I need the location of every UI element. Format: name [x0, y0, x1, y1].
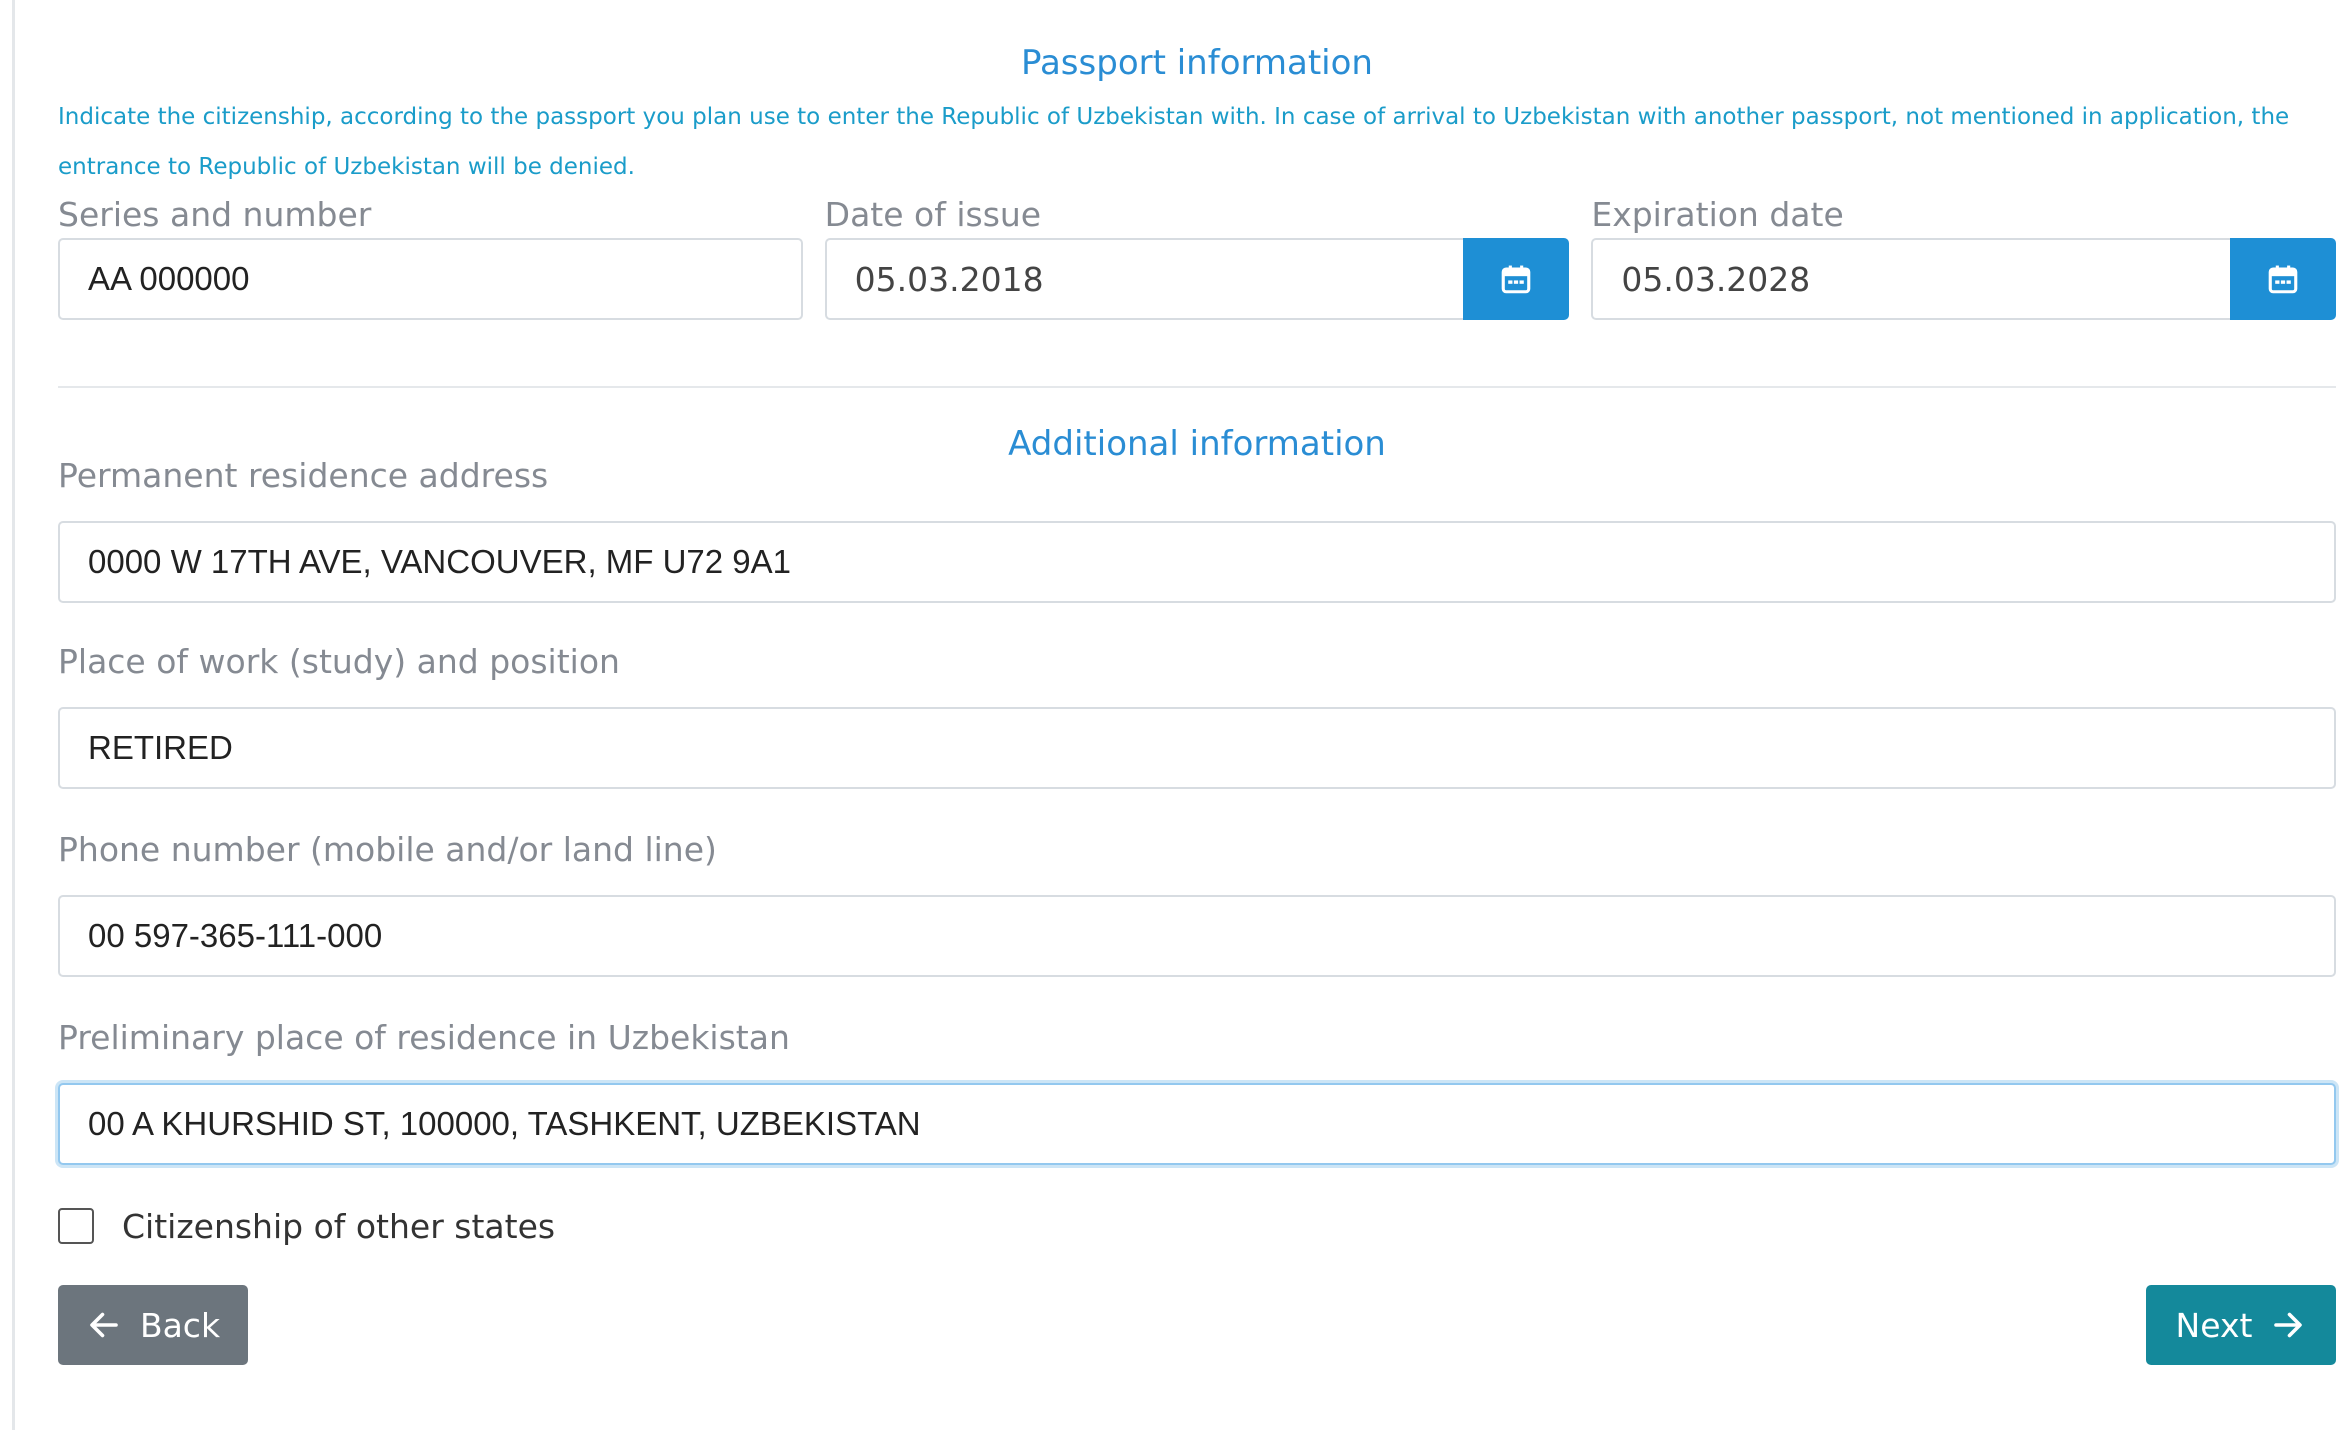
- expiration-date-input[interactable]: 05.03.2028: [1591, 238, 2231, 320]
- passport-notice: Indicate the citizenship, according to t…: [58, 104, 2290, 180]
- phone-field: Phone number (mobile and/or land line) 0…: [58, 827, 2336, 977]
- next-button-label: Next: [2175, 1305, 2253, 1345]
- work-field: Place of work (study) and position RETIR…: [58, 639, 2336, 789]
- date-of-issue-column: Date of issue 05.03.2018: [824, 192, 1570, 320]
- address-input[interactable]: 0000 W 17TH AVE, VANCOUVER, MF U72 9A1: [58, 521, 2336, 603]
- expiration-date-calendar-button[interactable]: [2230, 238, 2337, 320]
- series-number-label: Series and number: [58, 195, 372, 234]
- calendar-icon: [2268, 265, 2298, 294]
- work-input[interactable]: RETIRED: [58, 707, 2336, 789]
- date-of-issue-calendar-button[interactable]: [1463, 238, 1570, 320]
- expiration-date-label: Expiration date: [1591, 195, 1844, 234]
- form-content: Passport information Indicate the citize…: [58, 0, 2337, 1365]
- date-of-issue-input[interactable]: 05.03.2018: [824, 238, 1464, 320]
- passport-section-title: Passport information: [1021, 43, 1373, 83]
- series-number-input[interactable]: AA 000000: [58, 238, 803, 320]
- phone-label: Phone number (mobile and/or land line): [58, 830, 717, 869]
- expiration-date-group: 05.03.2028: [1591, 238, 2337, 320]
- citizenship-checkbox-label: Citizenship of other states: [122, 1206, 556, 1246]
- address-field: Permanent residence address 0000 W 17TH …: [58, 453, 2336, 603]
- date-of-issue-group: 05.03.2018: [824, 238, 1570, 320]
- back-button-label: Back: [139, 1305, 221, 1345]
- citizenship-checkbox-row: Citizenship of other states: [58, 1203, 2336, 1249]
- arrow-right-icon: [2274, 1312, 2303, 1338]
- application-form-page: Passport information Indicate the citize…: [0, 0, 2350, 1430]
- citizenship-checkbox[interactable]: [58, 1208, 94, 1244]
- nav-bar: Back Next: [58, 1285, 2336, 1365]
- next-button[interactable]: Next: [2146, 1285, 2336, 1365]
- residence-label: Preliminary place of residence in Uzbeki…: [58, 1018, 790, 1057]
- work-label: Place of work (study) and position: [58, 642, 620, 681]
- passport-fields-row: Series and number AA 000000 Date of issu…: [58, 192, 2337, 320]
- back-button[interactable]: Back: [58, 1285, 248, 1365]
- expiration-date-column: Expiration date 05.03.2028: [1591, 192, 2337, 320]
- left-border: [12, 0, 15, 1430]
- section-divider: [58, 386, 2336, 388]
- residence-input[interactable]: 00 A KHURSHID ST, 100000, TASHKENT, UZBE…: [58, 1083, 2336, 1165]
- date-of-issue-label: Date of issue: [824, 195, 1042, 234]
- calendar-icon: [1502, 265, 1531, 294]
- phone-input[interactable]: 00 597-365-111-000: [58, 895, 2336, 977]
- series-number-column: Series and number AA 000000: [58, 192, 803, 320]
- residence-field: Preliminary place of residence in Uzbeki…: [58, 1015, 2336, 1165]
- arrow-left-icon: [90, 1312, 118, 1338]
